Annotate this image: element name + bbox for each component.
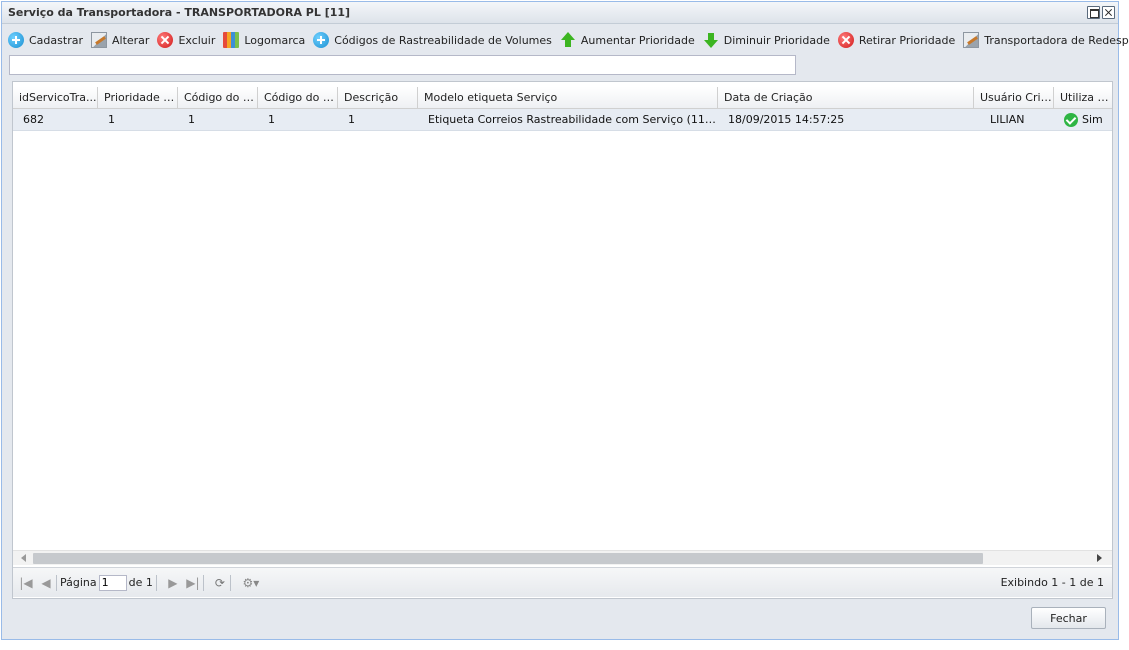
cell-data-criacao: 18/09/2015 14:57:25 — [728, 113, 845, 126]
column-header-modelo-etiqueta[interactable]: Modelo etiqueta Serviço — [418, 87, 718, 108]
transportadora-redespacho-label: Transportadora de Redespacho — [984, 33, 1129, 47]
retirar-prioridade-button[interactable]: Retirar Prioridade — [837, 32, 956, 48]
prev-page-icon[interactable]: ◀ — [39, 576, 53, 590]
arrow-down-icon — [703, 32, 719, 48]
edit-icon — [963, 32, 980, 48]
transportadora-redespacho-button[interactable]: Transportadora de Redespacho — [963, 32, 1129, 48]
scroll-left-icon[interactable] — [21, 554, 26, 562]
add-icon — [8, 32, 24, 48]
last-page-icon[interactable]: ▶| — [186, 576, 200, 590]
alterar-label: Alterar — [111, 33, 150, 47]
edit-icon — [90, 32, 107, 48]
cell-prioridade: 1 — [108, 113, 115, 126]
diminuir-prioridade-label: Diminuir Prioridade — [723, 33, 830, 47]
aumentar-prioridade-button[interactable]: Aumentar Prioridade — [560, 32, 695, 48]
logomarca-button[interactable]: Logomarca — [223, 32, 305, 48]
maximize-icon[interactable] — [1087, 6, 1100, 19]
column-header-prioridade[interactable]: Prioridade p... — [98, 87, 178, 108]
logomarca-label: Logomarca — [244, 33, 306, 47]
window-title: Serviço da Transportadora - TRANSPORTADO… — [8, 6, 351, 19]
window-titlebar[interactable]: Serviço da Transportadora - TRANSPORTADO… — [2, 2, 1118, 24]
cell-modelo-etiqueta: Etiqueta Correios Rastreabilidade com Se… — [428, 113, 718, 126]
cell-descricao: 1 — [348, 113, 355, 126]
paging-toolbar: |◀ ◀ Página de 1 ▶ ▶| ⟳ ⚙▾ Exibindo 1 - … — [13, 567, 1112, 597]
alterar-button[interactable]: Alterar — [90, 32, 150, 48]
close-icon[interactable] — [1102, 6, 1115, 19]
diminuir-prioridade-button[interactable]: Diminuir Prioridade — [703, 32, 830, 48]
check-icon — [1064, 113, 1078, 127]
logo-icon — [223, 32, 240, 48]
toolbar: Cadastrar Alterar Excluir Logomarca Códi… — [8, 28, 1129, 52]
refresh-icon[interactable]: ⟳ — [213, 576, 227, 590]
data-grid: idServicoTra... Prioridade p... Código d… — [12, 81, 1113, 599]
paging-summary: Exibindo 1 - 1 de 1 — [1000, 576, 1104, 589]
column-header-descricao[interactable]: Descrição — [338, 87, 418, 108]
excluir-button[interactable]: Excluir — [157, 32, 215, 48]
column-header-id[interactable]: idServicoTra... — [13, 87, 98, 108]
next-page-icon[interactable]: ▶ — [166, 576, 180, 590]
retirar-prioridade-label: Retirar Prioridade — [858, 33, 956, 47]
table-row[interactable]: 682 1 1 1 1 Etiqueta Correios Rastreabil… — [13, 109, 1112, 131]
delete-icon — [837, 32, 854, 48]
aumentar-prioridade-label: Aumentar Prioridade — [580, 33, 695, 47]
excluir-label: Excluir — [178, 33, 216, 47]
separator — [56, 574, 57, 591]
codigos-rastreabilidade-label: Códigos de Rastreabilidade de Volumes — [334, 33, 552, 47]
horizontal-scrollbar[interactable] — [13, 550, 1112, 565]
add-icon — [313, 32, 330, 48]
delete-icon — [157, 32, 174, 48]
arrow-up-icon — [560, 32, 576, 48]
cell-utiliza: Sim — [1054, 109, 1112, 130]
first-page-icon[interactable]: |◀ — [19, 576, 33, 590]
column-header-data-criacao[interactable]: Data de Criação — [718, 87, 974, 108]
cadastrar-button[interactable]: Cadastrar — [8, 32, 83, 48]
grid-header: idServicoTra... Prioridade p... Código d… — [13, 87, 1112, 109]
codigos-rastreabilidade-button[interactable]: Códigos de Rastreabilidade de Volumes — [313, 32, 552, 48]
column-header-codigo-2[interactable]: Código do S... — [258, 87, 338, 108]
page-label: Página — [60, 576, 97, 589]
column-header-utiliza[interactable]: Utiliza Cóc — [1054, 87, 1112, 108]
cadastrar-label: Cadastrar — [29, 33, 83, 47]
settings-gear-icon[interactable]: ⚙▾ — [240, 576, 262, 590]
cell-codigo-2: 1 — [268, 113, 275, 126]
dialog-window: Serviço da Transportadora - TRANSPORTADO… — [1, 1, 1129, 640]
scroll-right-icon[interactable] — [1097, 554, 1102, 562]
column-header-usuario[interactable]: Usuário Cria... — [974, 87, 1054, 108]
page-count-label: de 1 — [128, 576, 153, 589]
scrollbar-thumb[interactable] — [33, 553, 983, 564]
cell-codigo-1: 1 — [188, 113, 195, 126]
fechar-button[interactable]: Fechar — [1031, 607, 1106, 629]
separator — [229, 574, 231, 591]
separator — [155, 574, 157, 591]
cell-id: 682 — [23, 113, 44, 126]
separator — [202, 574, 204, 591]
cell-usuario: LILIAN — [990, 113, 1025, 126]
column-header-codigo-1[interactable]: Código do S... — [178, 87, 258, 108]
cell-utiliza-text: Sim — [1082, 113, 1103, 126]
search-input[interactable] — [9, 55, 796, 75]
page-number-input[interactable] — [98, 574, 127, 591]
